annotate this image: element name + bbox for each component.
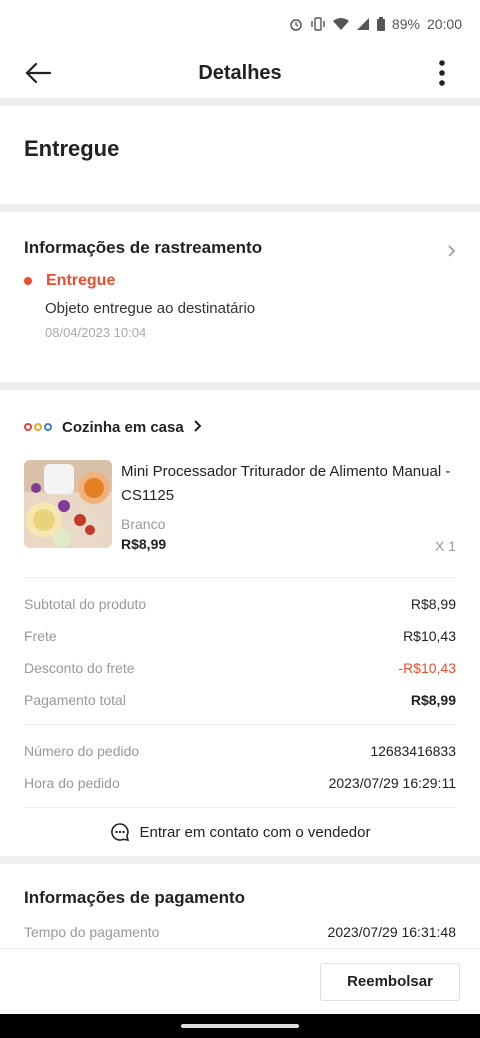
- payment-label: Tempo do pagamento: [24, 924, 160, 940]
- summary-label: Desconto do frete: [24, 660, 135, 676]
- divider: [0, 382, 480, 390]
- app-bar: Detalhes: [0, 48, 480, 98]
- summary-label: Pagamento total: [24, 692, 126, 708]
- payment-title: Informações de pagamento: [24, 888, 246, 907]
- tracking-status: Entregue: [46, 272, 116, 289]
- chevron-right-icon: [194, 419, 202, 436]
- summary-value: R$10,43: [403, 628, 456, 644]
- product-name: Mini Processador Triturador de Alimento …: [121, 463, 451, 504]
- alarm-icon: [289, 17, 303, 31]
- page-title: Detalhes: [198, 61, 282, 84]
- tracking-description: Objeto entregue ao destinatário: [45, 300, 256, 317]
- logo-dot: [44, 423, 52, 431]
- tracking-section[interactable]: Informações de rastreamento Entregue Obj…: [0, 212, 480, 382]
- contact-seller-label: Entrar em contato com o vendedor: [139, 823, 371, 841]
- back-button[interactable]: [22, 57, 54, 89]
- more-options-button[interactable]: [426, 57, 458, 89]
- divider: [0, 98, 480, 106]
- status-dot: [24, 277, 32, 285]
- order-time: 2023/07/29 16:29:11: [328, 775, 456, 791]
- wifi-icon: [332, 17, 349, 31]
- home-handle[interactable]: [181, 1024, 299, 1028]
- chat-icon: [110, 823, 129, 841]
- product-quantity: X 1: [434, 538, 456, 554]
- status-bar: 89% 20:00: [0, 0, 480, 48]
- tracking-timestamp: 08/04/2023 10:04: [45, 325, 147, 340]
- logo-dot: [34, 423, 42, 431]
- order-card: Cozinha em casa Mini Processador Tritura…: [0, 390, 480, 856]
- battery-level: 89%: [391, 16, 420, 32]
- shop-name: Cozinha em casa: [62, 418, 184, 436]
- order-number[interactable]: 12683416833: [370, 743, 456, 759]
- order-info-label: Número do pedido: [24, 743, 140, 759]
- order-info: Número do pedido 12683416833 Hora do ped…: [24, 725, 456, 808]
- order-time-row: Hora do pedido 2023/07/29 16:29:11: [24, 767, 456, 799]
- product-thumbnail: [24, 460, 112, 548]
- divider: [0, 856, 480, 864]
- bottom-action-bar: Reembolsar: [0, 948, 480, 1014]
- summary-row-shipping: Frete R$10,43: [24, 620, 456, 652]
- price-summary: Subtotal do produto R$8,99 Frete R$10,43…: [24, 578, 456, 725]
- summary-row-total: Pagamento total R$8,99: [24, 684, 456, 716]
- summary-label: Subtotal do produto: [24, 596, 147, 612]
- vibrate-icon: [310, 17, 326, 31]
- summary-label: Frete: [24, 628, 57, 644]
- summary-value: R$8,99: [410, 596, 456, 612]
- logo-dot: [24, 423, 32, 431]
- refund-button[interactable]: Reembolsar: [320, 962, 460, 1001]
- shop-logo: [24, 423, 52, 431]
- clock: 20:00: [426, 16, 462, 32]
- signal-icon: [356, 17, 370, 31]
- battery-icon: [376, 17, 385, 31]
- product-variant: Branco: [121, 516, 166, 532]
- summary-row-shipping-discount: Desconto do frete -R$10,43: [24, 652, 456, 684]
- product-item[interactable]: Mini Processador Triturador de Alimento …: [24, 452, 456, 578]
- payment-value: 2023/07/29 16:31:48: [327, 924, 456, 940]
- shop-link[interactable]: Cozinha em casa: [24, 390, 456, 452]
- order-number-row: Número do pedido 12683416833: [24, 735, 456, 767]
- product-price: R$8,99: [121, 536, 167, 552]
- summary-value: R$8,99: [410, 692, 456, 708]
- arrow-left-icon: [25, 62, 52, 84]
- divider: [0, 204, 480, 212]
- contact-seller-button[interactable]: Entrar em contato com o vendedor: [24, 808, 456, 856]
- order-status-title: Entregue: [0, 106, 480, 204]
- summary-value: -R$10,43: [398, 660, 456, 676]
- payment-time-row: Tempo do pagamento 2023/07/29 16:31:48: [24, 916, 456, 948]
- tracking-title: Informações de rastreamento: [24, 238, 263, 257]
- summary-row-subtotal: Subtotal do produto R$8,99: [24, 588, 456, 620]
- system-nav-bar: [0, 1014, 480, 1038]
- chevron-right-icon: [448, 244, 456, 262]
- more-vert-icon: [439, 60, 445, 86]
- order-info-label: Hora do pedido: [24, 775, 120, 791]
